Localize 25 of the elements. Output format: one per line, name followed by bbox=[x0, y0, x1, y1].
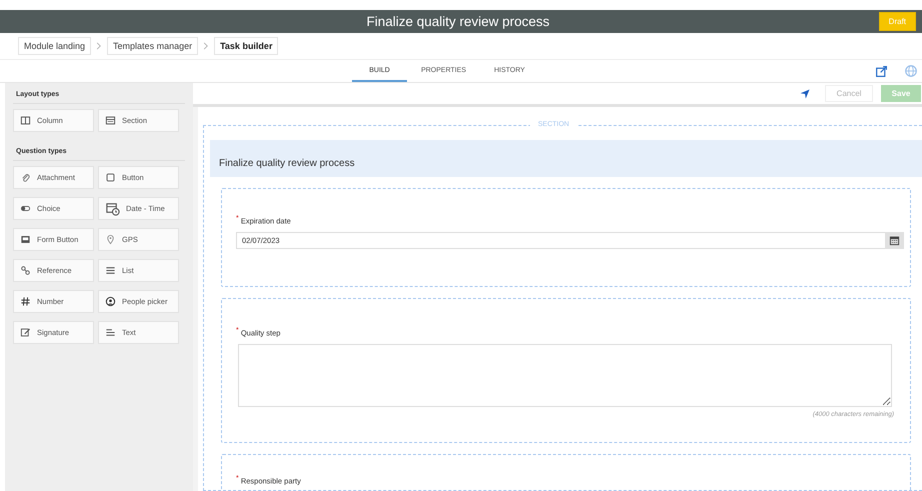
paperclip-icon bbox=[20, 172, 31, 183]
breadcrumb-link[interactable]: Task builder bbox=[214, 37, 278, 55]
globe-icon bbox=[904, 64, 918, 78]
section-icon bbox=[105, 115, 116, 126]
toggle-icon bbox=[20, 203, 31, 214]
form-icon bbox=[20, 234, 31, 245]
square-icon bbox=[105, 172, 116, 183]
column-icon bbox=[20, 115, 31, 126]
breadcrumb-link[interactable]: Templates manager bbox=[107, 37, 198, 55]
edit-icon bbox=[875, 64, 888, 78]
window-title: Finalize quality review process bbox=[366, 14, 550, 29]
calendar-clock-icon bbox=[105, 201, 120, 216]
link-icon bbox=[20, 265, 31, 276]
breadcrumb-link[interactable]: Module landing bbox=[18, 37, 92, 55]
signature-icon bbox=[20, 327, 31, 338]
section-title: Finalize quality review process bbox=[210, 140, 922, 177]
list-icon bbox=[105, 265, 116, 276]
navigation-arrow-icon bbox=[799, 88, 811, 100]
location-pin-icon bbox=[105, 234, 116, 245]
status-badge: Draft bbox=[878, 12, 916, 31]
hash-icon bbox=[20, 296, 31, 307]
calendar-button[interactable] bbox=[885, 232, 904, 248]
person-icon bbox=[105, 296, 116, 307]
calendar-icon bbox=[889, 234, 900, 246]
text-lines-icon bbox=[105, 327, 116, 338]
